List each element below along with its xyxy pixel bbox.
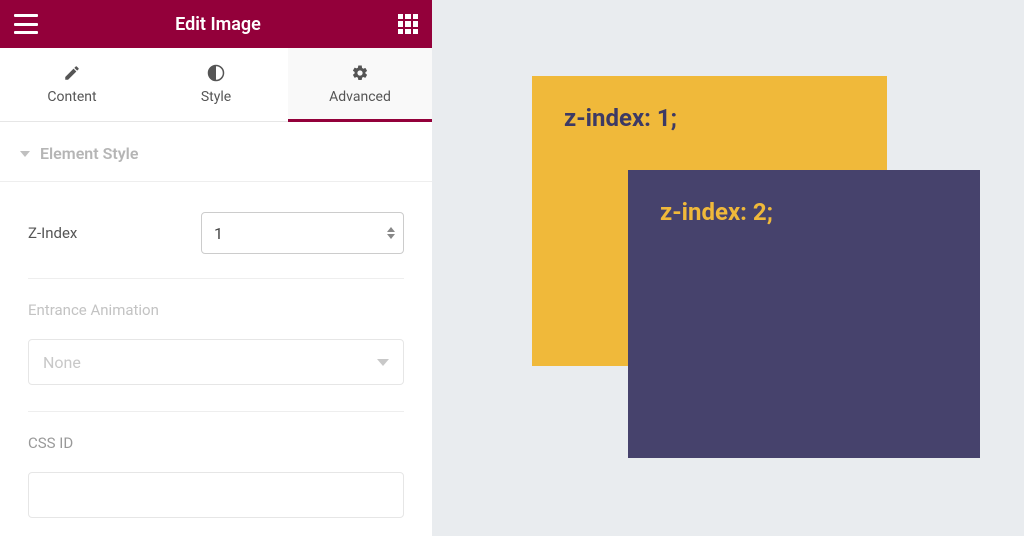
section-title: Element Style xyxy=(40,144,138,163)
header-title: Edit Image xyxy=(175,14,261,35)
field-zindex: Z-Index 1 xyxy=(28,202,404,279)
tab-style[interactable]: Style xyxy=(144,48,288,121)
zindex-input[interactable]: 1 xyxy=(201,212,404,254)
chevron-down-icon xyxy=(20,151,30,157)
stepper-down-icon[interactable] xyxy=(387,234,395,239)
box1-text: z-index: 1; xyxy=(564,104,677,132)
section-toggle[interactable]: Element Style xyxy=(0,122,432,182)
tab-content-label: Content xyxy=(47,89,96,105)
tab-style-label: Style xyxy=(201,89,231,105)
section-element-style: Element Style Z-Index 1 Entrance Animati… xyxy=(0,122,432,518)
apps-icon[interactable] xyxy=(398,14,418,34)
tab-advanced[interactable]: Advanced xyxy=(288,48,432,121)
gear-icon xyxy=(351,64,369,82)
editor-panel: Edit Image Content Style Advanced xyxy=(0,0,432,536)
box2-text: z-index: 2; xyxy=(660,198,773,226)
pencil-icon xyxy=(63,64,81,82)
entrance-value: None xyxy=(43,353,81,372)
dropdown-icon xyxy=(377,359,389,366)
zindex-demo-box-2: z-index: 2; xyxy=(628,170,980,458)
entrance-label: Entrance Animation xyxy=(28,301,404,319)
preview-canvas: z-index: 1; z-index: 2; xyxy=(432,0,1024,536)
field-entrance-animation: Entrance Animation None xyxy=(28,279,404,412)
zindex-label: Z-Index xyxy=(28,224,201,242)
entrance-select[interactable]: None xyxy=(28,339,404,385)
zindex-value: 1 xyxy=(214,224,223,243)
panel-header: Edit Image xyxy=(0,0,432,48)
cssid-label: CSS ID xyxy=(28,434,404,452)
fields: Z-Index 1 Entrance Animation None xyxy=(0,182,432,518)
tab-content[interactable]: Content xyxy=(0,48,144,121)
tabs: Content Style Advanced xyxy=(0,48,432,122)
number-stepper[interactable] xyxy=(387,227,395,239)
contrast-icon xyxy=(207,64,225,82)
tab-advanced-label: Advanced xyxy=(329,89,391,105)
stepper-up-icon[interactable] xyxy=(387,227,395,232)
cssid-input[interactable] xyxy=(28,472,404,518)
menu-icon[interactable] xyxy=(14,14,38,34)
field-css-id: CSS ID xyxy=(28,412,404,518)
